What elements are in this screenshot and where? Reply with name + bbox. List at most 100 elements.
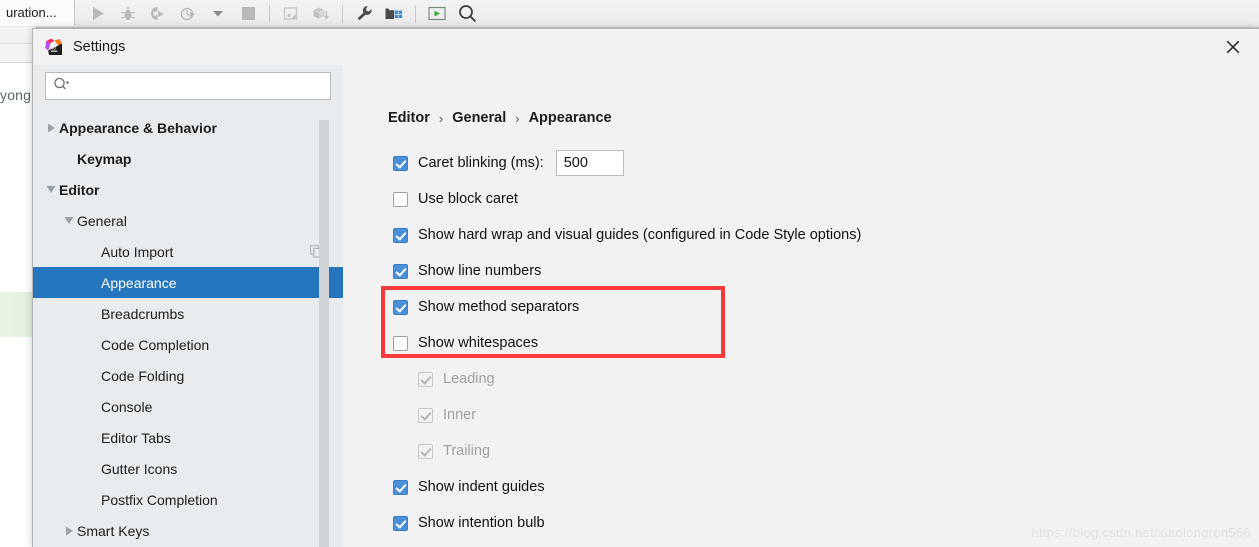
chevron-right-icon[interactable] (61, 515, 77, 546)
checkbox-show-hard-wrap-and-visual-guides-configured-in-code-style-options[interactable] (393, 227, 408, 243)
option-label: Leading (443, 371, 495, 387)
option-label[interactable]: Use block caret (418, 191, 518, 207)
option-label[interactable]: Show hard wrap and visual guides (config… (418, 227, 861, 243)
option-row: Show line numbers (393, 253, 1153, 289)
screen-root: uration... yong IJ Settings Appearance &… (0, 0, 1259, 547)
option-row: Caret blinking (ms): (393, 145, 1153, 181)
breadcrumb-item: Appearance (528, 110, 612, 126)
sidebar-item-appearance-behavior[interactable]: Appearance & Behavior (33, 112, 343, 143)
option-label[interactable]: Show method separators (418, 299, 579, 315)
sidebar-item-console[interactable]: Console (33, 391, 343, 422)
run-configuration-selector[interactable]: uration... (0, 0, 75, 26)
sidebar-item-label: Postfix Completion (101, 491, 218, 508)
sidebar-scrollbar-thumb[interactable] (319, 120, 329, 547)
settings-sidebar: Appearance & Behavior Keymap Editor General… (33, 65, 343, 547)
option-row: Show indent guides (393, 469, 1153, 505)
ide-toolbar-icons (83, 0, 482, 27)
option-row: Leading (393, 361, 1153, 397)
sidebar-item-label: General (77, 212, 127, 229)
option-row: Show whitespaces (393, 325, 1153, 361)
dialog-title: Settings (73, 39, 126, 55)
chevron-down-icon[interactable] (61, 205, 77, 236)
dialog-body: Appearance & Behavior Keymap Editor General… (33, 65, 1259, 547)
option-label[interactable]: Show whitespaces (418, 335, 538, 351)
checkbox-show-indent-guides[interactable] (393, 479, 408, 495)
profile-icon[interactable] (173, 0, 203, 27)
sidebar-item-code-folding[interactable]: Code Folding (33, 360, 343, 391)
sidebar-item-label: Breadcrumbs (101, 305, 185, 322)
sidebar-item-smart-keys[interactable]: Smart Keys (33, 515, 343, 546)
chevron-right-icon[interactable] (43, 112, 59, 143)
sidebar-item-keymap[interactable]: Keymap (33, 143, 343, 174)
toolbar-separator (342, 4, 343, 23)
layout-icon[interactable] (276, 0, 306, 27)
package-download-icon[interactable] (306, 0, 336, 27)
breadcrumb-item[interactable]: Editor (388, 110, 430, 126)
sidebar-item-code-completion[interactable]: Code Completion (33, 329, 343, 360)
sidebar-item-editor-tabs[interactable]: Editor Tabs (33, 422, 343, 453)
sidebar-item-editor[interactable]: Editor (33, 174, 343, 205)
option-row: Inner (393, 397, 1153, 433)
dialog-titlebar: IJ Settings (33, 29, 1259, 65)
caret-blinking-input[interactable] (555, 150, 624, 176)
sidebar-item-label: Code Completion (101, 336, 210, 353)
option-label[interactable]: Show indent guides (418, 479, 545, 495)
checkbox-show-whitespaces[interactable] (393, 335, 408, 351)
sidebar-item-general[interactable]: General (33, 205, 343, 236)
search-everywhere-icon[interactable] (452, 0, 482, 27)
run-icon[interactable] (83, 0, 113, 27)
run-configuration-label: uration... (6, 5, 57, 20)
sidebar-item-label: Editor Tabs (101, 429, 171, 446)
debug-icon[interactable] (113, 0, 143, 27)
settings-dialog: IJ Settings Appearance & Behavior Keymap… (32, 28, 1259, 547)
sidebar-item-label: Auto Import (101, 243, 174, 260)
search-input[interactable] (74, 77, 318, 95)
option-label[interactable]: Show line numbers (418, 263, 541, 279)
breadcrumb-item[interactable]: General (452, 110, 506, 126)
checkbox-show-intention-bulb[interactable] (393, 515, 408, 531)
stop-icon[interactable] (233, 0, 263, 27)
close-icon[interactable] (1221, 35, 1245, 59)
checkbox-inner (418, 407, 433, 423)
sidebar-item-label: Keymap (77, 150, 132, 167)
checkbox-show-method-separators[interactable] (393, 299, 408, 315)
settings-wrench-icon[interactable] (349, 0, 379, 27)
search-icon (53, 77, 70, 96)
checkbox-leading (418, 371, 433, 387)
option-label[interactable]: Caret blinking (ms): (418, 155, 544, 171)
sidebar-item-postfix-completion[interactable]: Postfix Completion (33, 484, 343, 515)
option-label[interactable]: Show intention bulb (418, 515, 545, 531)
project-structure-icon[interactable] (379, 0, 409, 27)
sidebar-item-breadcrumbs[interactable]: Breadcrumbs (33, 298, 343, 329)
breadcrumb-separator: › (515, 110, 520, 126)
ide-highlighted-line-band (0, 292, 36, 337)
dropdown-arrow-icon[interactable] (203, 0, 233, 27)
option-row: Show hard wrap and visual guides (config… (393, 217, 1153, 253)
terminal-icon[interactable] (422, 0, 452, 27)
breadcrumb: Editor › General › Appearance (388, 110, 612, 126)
sidebar-item-auto-import[interactable]: Auto Import (33, 236, 343, 267)
toolbar-separator (269, 4, 270, 23)
chevron-down-icon[interactable] (43, 174, 59, 205)
checkbox-use-block-caret[interactable] (393, 191, 408, 207)
intellij-idea-icon: IJ (45, 38, 63, 56)
sidebar-item-label: Console (101, 398, 153, 415)
sidebar-item-label: Gutter Icons (101, 460, 178, 477)
checkbox-show-line-numbers[interactable] (393, 263, 408, 279)
run-with-coverage-icon[interactable] (143, 0, 173, 27)
checkbox-caret-blinking-ms[interactable] (393, 155, 408, 171)
sidebar-item-appearance[interactable]: Appearance (33, 267, 343, 298)
search-field-wrapper[interactable] (45, 72, 331, 100)
settings-tree[interactable]: Appearance & Behavior Keymap Editor General… (33, 112, 343, 547)
sidebar-item-gutter-icons[interactable]: Gutter Icons (33, 453, 343, 484)
svg-text:IJ: IJ (52, 46, 57, 52)
option-label: Inner (443, 407, 477, 423)
ide-toolbar: uration... (0, 0, 1259, 28)
